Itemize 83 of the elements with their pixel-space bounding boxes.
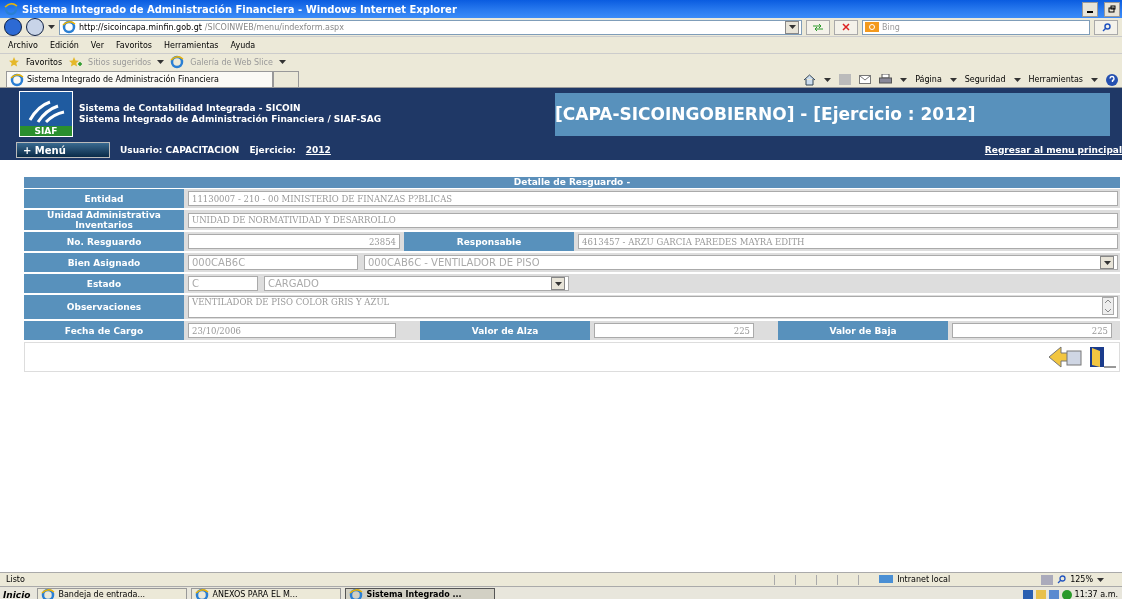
app-icon — [349, 587, 364, 599]
menu-item[interactable]: Ver — [90, 40, 104, 50]
caret-icon — [949, 77, 957, 82]
system-name: Sistema Integrado de Administración Financiera / SIAF-SAG — [79, 114, 383, 125]
menu-item[interactable]: Edición — [49, 40, 79, 50]
banner-title: [CAPA-SICOINGOBIERNO] - [Ejercicio : 2012] — [555, 92, 1110, 136]
siaf-logo: SIAF — [19, 91, 73, 137]
field-label: Valor de Baja — [778, 321, 948, 340]
field-label: Valor de Alza — [420, 321, 590, 340]
back-link[interactable]: Regresar al menu principal — [984, 145, 1122, 155]
zoom-icon — [1057, 575, 1067, 584]
browser-tab[interactable]: Sistema Integrado de Administración Financiera — [6, 71, 273, 87]
tray-icon[interactable] — [1061, 589, 1072, 599]
caret-icon — [554, 281, 562, 286]
search-icon — [1101, 22, 1111, 32]
taskbar-button[interactable]: Bandeja de entrada... — [37, 588, 188, 599]
clock: 11:37 a.m. — [1074, 590, 1118, 599]
field-label: Fecha de Cargo — [24, 321, 184, 340]
star-icon — [8, 56, 20, 68]
caret-icon — [824, 77, 832, 82]
caret-icon — [900, 77, 908, 82]
favorites-item[interactable]: Favoritos — [26, 57, 63, 67]
restore-button[interactable] — [1104, 1, 1120, 17]
add-favorite-icon — [68, 56, 83, 68]
search-button[interactable] — [1094, 19, 1118, 35]
mail-icon[interactable] — [859, 75, 872, 84]
menu-item[interactable]: Ayuda — [230, 40, 256, 50]
close-icon — [842, 23, 850, 31]
tray-icon[interactable] — [1048, 589, 1059, 599]
caret-icon — [1103, 260, 1111, 265]
form-title: Detalle de Resguardo - — [24, 177, 1120, 189]
caret-icon — [788, 25, 796, 29]
app-icon — [41, 587, 56, 599]
bing-icon — [865, 22, 879, 32]
forward-button[interactable] — [26, 18, 44, 36]
minimize-button[interactable] — [1082, 1, 1098, 17]
taskbar-button[interactable]: ANEXOS PARA EL M... — [191, 588, 342, 599]
field-label: Unidad Administrativa Inventarios — [24, 210, 184, 230]
app-icon — [195, 587, 210, 599]
stop-button[interactable] — [834, 19, 858, 35]
field-label: Responsable — [404, 232, 574, 251]
caret-icon — [48, 25, 55, 29]
ie-icon — [4, 2, 18, 16]
zone-label: Intranet local — [897, 575, 952, 584]
command-menu[interactable]: Página — [915, 75, 942, 84]
scrollbar-icon — [1102, 297, 1114, 315]
zoom-level[interactable]: 125% — [1070, 575, 1093, 584]
window-title: Sistema Integrado de Administración Financiera - Windows Internet Explorer — [22, 3, 457, 15]
tray-icon[interactable] — [1022, 589, 1033, 599]
field-label: Entidad — [24, 189, 184, 208]
page-icon — [170, 55, 185, 69]
field-label: No. Resguardo — [24, 232, 184, 251]
ie-icon — [10, 72, 24, 87]
caret-icon — [157, 60, 165, 64]
start-button[interactable]: Inicio — [0, 589, 34, 599]
exit-door-icon[interactable] — [1087, 345, 1117, 369]
menu-item[interactable]: Herramientas — [164, 40, 219, 50]
year-link[interactable]: 2012 — [305, 145, 331, 155]
field-label: Estado — [24, 274, 184, 293]
taskbar-button[interactable]: Sistema Integrado ... — [345, 588, 496, 599]
menu-item[interactable]: Archivo — [8, 40, 38, 50]
help-icon[interactable] — [1106, 73, 1118, 86]
year-label: Ejercicio: — [249, 145, 296, 155]
caret-icon — [278, 60, 286, 64]
page-icon — [62, 20, 76, 34]
menu-button[interactable]: + Menú — [16, 142, 110, 158]
home-icon[interactable] — [803, 73, 817, 86]
caret-icon — [1097, 577, 1104, 582]
status-text: Listo — [6, 575, 25, 584]
user-label: Usuario: CAPACITACION — [120, 145, 240, 155]
command-menu[interactable]: Herramientas — [1028, 75, 1083, 84]
system-name: Sistema de Contabilidad Integrada - SICOIN — [79, 103, 302, 114]
printer-icon[interactable] — [879, 74, 893, 85]
refresh-icon — [812, 23, 824, 31]
back-button[interactable] — [4, 18, 22, 36]
command-menu[interactable]: Seguridad — [964, 75, 1006, 84]
field-label: Bien Asignado — [24, 253, 184, 272]
field-label: Observaciones — [24, 295, 184, 319]
restore-icon — [1108, 5, 1116, 13]
caret-icon — [1013, 77, 1021, 82]
address-bar[interactable]: http://sicoincapa.minfin.gob.gt /SICOINWEB/menu/indexform.aspx — [59, 19, 802, 35]
caret-icon — [1091, 77, 1098, 82]
menu-item[interactable]: Favoritos — [115, 40, 153, 50]
